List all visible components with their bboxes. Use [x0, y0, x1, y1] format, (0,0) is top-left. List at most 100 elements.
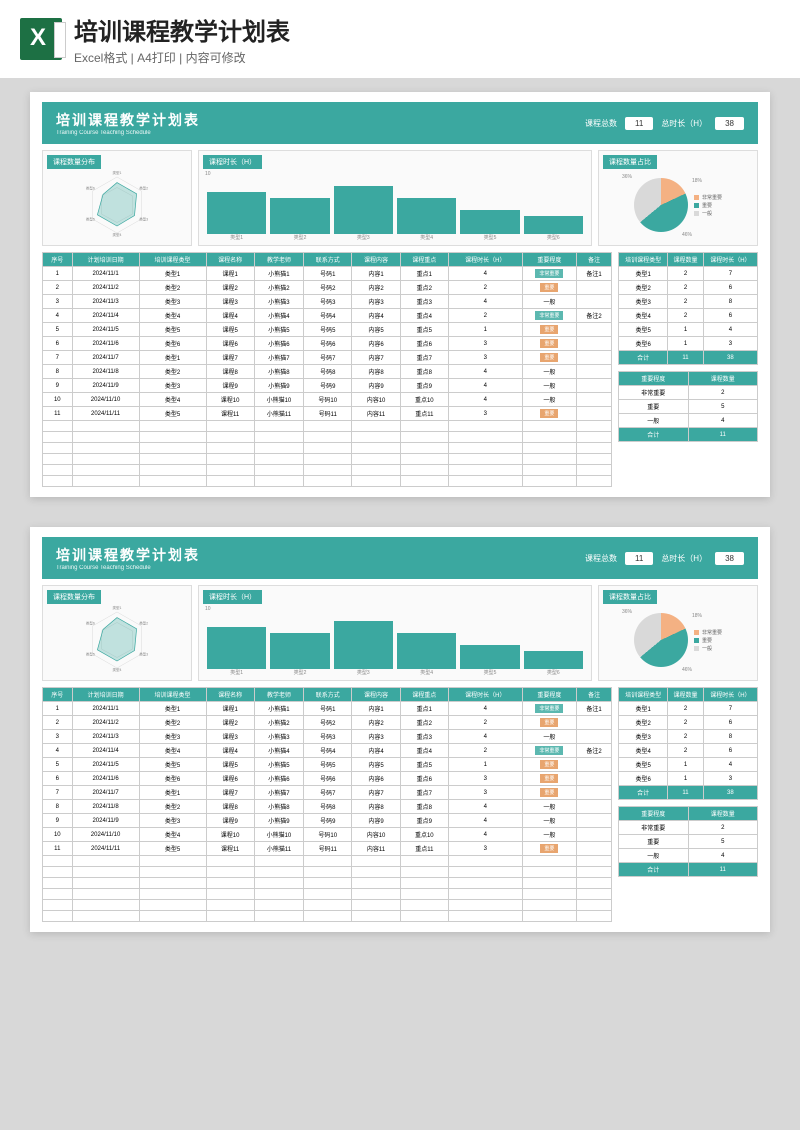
table-cell: 重要 — [522, 323, 577, 337]
table-row: 重要5 — [619, 400, 758, 414]
table-cell — [577, 828, 612, 842]
table-cell: 内容11 — [352, 842, 400, 856]
table-cell: 号码6 — [304, 337, 352, 351]
table-row: 82024/11/8类型2课程8小熊猫8号码8内容8重点84一般 — [43, 365, 612, 379]
table-cell: 3 — [448, 407, 522, 421]
table-cell: 课程3 — [206, 295, 254, 309]
table-cell: 课程5 — [206, 758, 254, 772]
document-page: 培训课程教学计划表Training Course Teaching Schedu… — [30, 527, 770, 932]
bar-chart-panel: 课程时长（H） 10 类型1类型2类型3类型4类型5类型6 — [198, 150, 592, 246]
table-cell: 小熊猫3 — [254, 730, 303, 744]
table-cell: 小熊猫7 — [254, 786, 303, 800]
table-cell: 重要 — [522, 351, 577, 365]
table-cell: 号码11 — [304, 407, 352, 421]
table-cell: 3 — [448, 842, 522, 856]
table-cell: 小熊猫5 — [254, 758, 303, 772]
table-cell — [577, 730, 612, 744]
banner-title: 培训课程教学计划表 — [74, 12, 780, 47]
empty-row — [43, 911, 612, 922]
pie-chart-panel: 课程数量占比 36% 18% 46% 非常重要重要一般 — [598, 585, 758, 681]
table-cell: 8 — [43, 800, 73, 814]
table-cell: 内容1 — [352, 702, 400, 716]
table-row: 22024/11/2类型2课程2小熊猫2号码2内容2重点22重要 — [43, 716, 612, 730]
table-cell: 内容9 — [352, 814, 400, 828]
table-cell: 号码6 — [304, 772, 352, 786]
table-cell: 6 — [43, 337, 73, 351]
total-row: 合计11 — [619, 428, 758, 442]
summary-table-1: 培训课程类型课程数量课程时长（H）类型127类型226类型328类型426类型5… — [618, 687, 758, 800]
table-cell: 重点5 — [400, 758, 448, 772]
table-row: 32024/11/3类型3课程3小熊猫3号码3内容3重点34一般 — [43, 730, 612, 744]
table-header: 课程内容 — [352, 253, 400, 267]
table-cell: 2 — [448, 281, 522, 295]
table-cell: 2024/11/7 — [72, 351, 139, 365]
table-cell: 课程7 — [206, 786, 254, 800]
table-cell: 类型4 — [139, 744, 206, 758]
table-cell: 非常重要 — [522, 267, 577, 281]
table-cell: 2024/11/11 — [72, 842, 139, 856]
table-cell — [577, 772, 612, 786]
table-cell: 内容6 — [352, 772, 400, 786]
table-row: 112024/11/11类型5课程11小熊猫11号码11内容11重点113重要 — [43, 842, 612, 856]
table-cell: 小熊猫9 — [254, 814, 303, 828]
table-cell: 小熊猫10 — [254, 393, 303, 407]
table-cell: 小熊猫11 — [254, 407, 303, 421]
table-row: 类型613 — [619, 337, 758, 351]
table-cell: 2 — [448, 744, 522, 758]
table-cell: 小熊猫7 — [254, 351, 303, 365]
table-cell: 类型4 — [139, 393, 206, 407]
table-cell: 1 — [448, 323, 522, 337]
table-row: 一般4 — [619, 414, 758, 428]
table-row: 类型226 — [619, 716, 758, 730]
table-cell: 号码5 — [304, 323, 352, 337]
doc-subtitle: Training Course Teaching Schedule — [56, 565, 200, 571]
table-cell: 类型2 — [139, 365, 206, 379]
table-cell: 重点6 — [400, 772, 448, 786]
table-cell: 4 — [448, 295, 522, 309]
table-cell: 内容7 — [352, 351, 400, 365]
table-cell: 2024/11/4 — [72, 309, 139, 323]
table-cell: 4 — [43, 309, 73, 323]
header-stats: 课程总数11 总时长（H）38 — [585, 552, 744, 565]
table-cell: 重点11 — [400, 407, 448, 421]
table-cell — [577, 407, 612, 421]
table-cell: 课程7 — [206, 351, 254, 365]
table-cell: 小熊猫6 — [254, 772, 303, 786]
stat2-value: 38 — [715, 552, 744, 565]
table-cell: 课程2 — [206, 281, 254, 295]
table-cell: 小熊猫1 — [254, 267, 303, 281]
table-cell: 类型5 — [139, 842, 206, 856]
table-cell: 重点2 — [400, 716, 448, 730]
table-row: 42024/11/4类型4课程4小熊猫4号码4内容4重点42非常重要备注2 — [43, 309, 612, 323]
radar-chart-panel: 课程数量分布 类型1类型2类型3类型4类型5类型6 — [42, 585, 192, 681]
table-cell: 内容10 — [352, 393, 400, 407]
table-cell — [577, 351, 612, 365]
table-cell: 2024/11/8 — [72, 800, 139, 814]
table-cell: 号码5 — [304, 758, 352, 772]
table-cell: 3 — [448, 786, 522, 800]
table-cell: 号码8 — [304, 800, 352, 814]
table-cell: 2024/11/5 — [72, 323, 139, 337]
table-cell: 一般 — [522, 730, 577, 744]
table-cell: 重点9 — [400, 814, 448, 828]
table-cell: 内容8 — [352, 365, 400, 379]
svg-text:类型6: 类型6 — [86, 621, 95, 626]
table-cell: 重要 — [522, 758, 577, 772]
stat2-label: 总时长（H） — [661, 118, 707, 129]
table-cell — [577, 842, 612, 856]
table-cell — [577, 814, 612, 828]
table-header: 课程名称 — [206, 688, 254, 702]
table-row: 12024/11/1类型1课程1小熊猫1号码1内容1重点14非常重要备注1 — [43, 702, 612, 716]
table-row: 62024/11/6类型6课程6小熊猫6号码6内容6重点63重要 — [43, 337, 612, 351]
table-header: 序号 — [43, 688, 73, 702]
empty-row — [43, 900, 612, 911]
table-row: 类型127 — [619, 702, 758, 716]
summary-table-2: 重要程度课程数量非常重要2重要5一般4合计11 — [618, 371, 758, 442]
header-bar: 培训课程教学计划表Training Course Teaching Schedu… — [42, 102, 758, 144]
table-cell: 2024/11/3 — [72, 730, 139, 744]
bar — [524, 216, 583, 234]
table-cell: 课程8 — [206, 365, 254, 379]
content-row: 序号计划培训日期培训课程类型课程名称教学老师联系方式课程内容课程重点课程时长（H… — [42, 252, 758, 487]
radar-title: 课程数量分布 — [47, 590, 101, 604]
stat2-value: 38 — [715, 117, 744, 130]
